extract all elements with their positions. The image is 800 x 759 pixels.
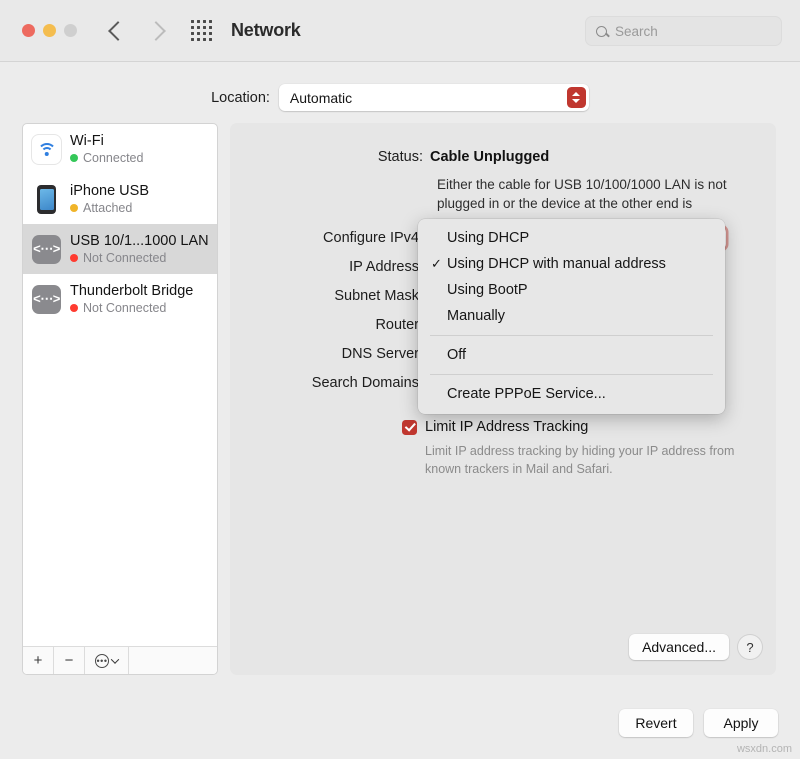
service-name: iPhone USB [70,183,149,199]
chevron-left-icon[interactable] [108,21,128,41]
sidebar-item-iphone-usb[interactable]: iPhone USB Attached [23,174,217,224]
apply-button[interactable]: Apply [704,709,778,737]
add-service-button[interactable]: + [23,647,54,674]
location-label: Location: [211,90,270,106]
ip-address-label: IP Address: [230,259,430,275]
location-value: Automatic [290,90,352,106]
status-dot [70,254,78,262]
watermark: wsxdn.com [737,743,792,755]
ethernet-icon: <⋯> [32,285,61,314]
traffic-lights [22,24,77,37]
limit-ip-tracking-checkbox[interactable]: Limit IP Address Tracking [402,419,776,435]
router-label: Router: [230,317,430,333]
help-button[interactable]: ? [738,635,762,659]
status-label: Status: [230,149,430,165]
menu-separator [430,374,713,375]
menu-item-label: Create PPPoE Service... [447,386,606,402]
service-status: Attached [70,201,149,215]
service-name: Wi-Fi [70,133,143,149]
status-description: Either the cable for USB 10/100/1000 LAN… [430,175,750,213]
revert-button[interactable]: Revert [619,709,693,737]
location-popup-button[interactable]: Automatic [279,84,589,111]
search-input[interactable]: Search [585,16,782,46]
remove-service-button[interactable]: − [54,647,85,674]
page-title: Network [231,20,301,41]
menu-item-create-pppoe[interactable]: Create PPPoE Service... [418,381,725,407]
grid-apps-icon[interactable] [191,20,213,42]
service-list-sidebar: Wi-Fi Connected iPhone USB [22,123,218,675]
service-status-label: Not Connected [83,251,166,265]
navigation-arrows [111,24,163,38]
sidebar-toolbar-spacer [129,647,217,674]
minimize-button[interactable] [43,24,56,37]
search-placeholder: Search [615,24,658,39]
service-status: Connected [70,151,143,165]
titlebar: Network Search [0,0,800,62]
configure-ipv4-menu: Using DHCP ✓ Using DHCP with manual addr… [418,219,725,414]
search-icon [596,26,607,37]
iphone-icon [32,185,61,214]
window-footer-buttons: Revert Apply [619,709,778,737]
menu-separator [430,335,713,336]
dns-server-label: DNS Server: [230,346,430,362]
more-actions-icon[interactable]: ••• [85,647,129,674]
popup-stepper-icon[interactable] [567,87,586,108]
location-row: Location: Automatic [0,84,800,111]
limit-ip-tracking-label: Limit IP Address Tracking [425,419,588,435]
menu-item-label: Off [447,347,466,363]
menu-item-label: Using BootP [447,282,528,298]
service-status-label: Not Connected [83,301,166,315]
limit-ip-tracking-description: Limit IP address tracking by hiding your… [425,442,735,478]
status-row: Status: Cable Unplugged [230,123,776,165]
configure-ipv4-label: Configure IPv4: [230,230,430,246]
service-status-label: Attached [83,201,132,215]
status-dot [70,154,78,162]
service-status-label: Connected [83,151,143,165]
sidebar-item-wifi[interactable]: Wi-Fi Connected [23,124,217,174]
maximize-button[interactable] [64,24,77,37]
service-status: Not Connected [70,251,208,265]
menu-item-using-dhcp[interactable]: Using DHCP [418,225,725,251]
menu-item-manually[interactable]: Manually [418,303,725,329]
status-dot [70,304,78,312]
ethernet-icon: <⋯> [32,235,61,264]
menu-item-label: Manually [447,308,505,324]
service-list: Wi-Fi Connected iPhone USB [23,124,217,646]
service-name: USB 10/1...1000 LAN [70,233,208,249]
checkbox-checked-icon [402,420,417,435]
sidebar-toolbar: + − ••• [23,646,217,674]
menu-item-using-dhcp-manual[interactable]: ✓ Using DHCP with manual address [418,251,725,277]
chevron-down-icon [111,655,119,663]
service-status: Not Connected [70,301,193,315]
menu-item-using-bootp[interactable]: Using BootP [418,277,725,303]
menu-item-off[interactable]: Off [418,342,725,368]
menu-check-icon: ✓ [431,256,447,272]
status-badge: Cable Unplugged [430,149,549,165]
sidebar-item-usb-lan[interactable]: <⋯> USB 10/1...1000 LAN Not Connected [23,224,217,274]
menu-item-label: Using DHCP with manual address [447,256,666,272]
chevron-right-icon[interactable] [146,21,166,41]
status-dot [70,204,78,212]
close-button[interactable] [22,24,35,37]
service-name: Thunderbolt Bridge [70,283,193,299]
menu-item-label: Using DHCP [447,230,529,246]
more-actions-dots: ••• [95,654,109,668]
advanced-button[interactable]: Advanced... [629,634,729,660]
search-domains-label: Search Domains: [230,375,430,391]
sidebar-item-thunderbolt-bridge[interactable]: <⋯> Thunderbolt Bridge Not Connected [23,274,217,324]
subnet-mask-label: Subnet Mask: [230,288,430,304]
wifi-icon [32,135,61,164]
network-preferences-window: Network Search Location: Automatic [0,0,800,759]
panel-footer-buttons: Advanced... ? [629,634,762,660]
